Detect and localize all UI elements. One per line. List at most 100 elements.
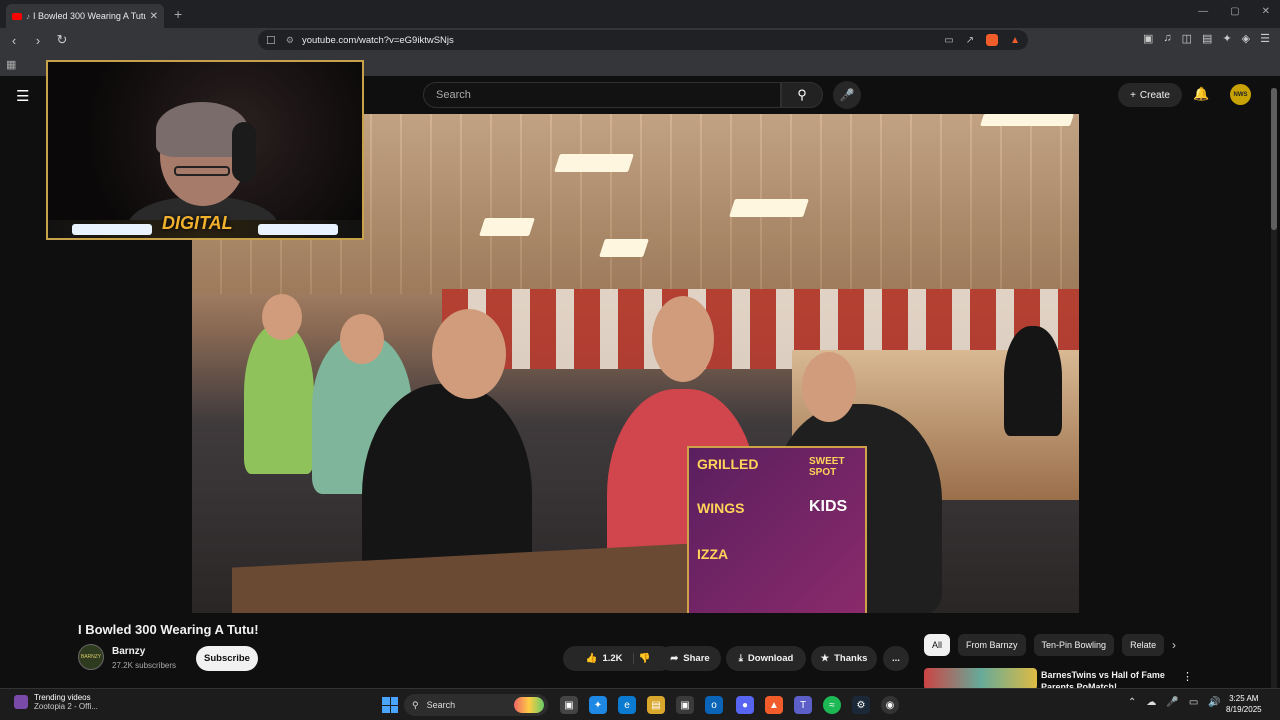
more-actions-button[interactable]: ... [883, 646, 909, 671]
audio-playing-icon[interactable]: ♪ [26, 12, 30, 21]
dislike-button[interactable]: 👎 [639, 653, 651, 664]
file-explorer-icon[interactable]: ▤ [647, 696, 665, 714]
taskbar-clock[interactable]: 3:25 AM 8/19/2025 [1226, 693, 1262, 715]
chip-ten-pin-bowling[interactable]: Ten-Pin Bowling [1033, 634, 1115, 656]
obs-icon[interactable]: ◉ [881, 696, 899, 714]
download-icon: ⤓ [738, 653, 743, 664]
close-window-icon[interactable]: ✕ [1262, 6, 1270, 17]
search-button[interactable]: ⚲ [781, 82, 823, 108]
copilot-icon[interactable]: ✦ [589, 696, 607, 714]
tray-mic-icon[interactable]: 🎤 [1166, 697, 1178, 708]
url-text[interactable]: youtube.com/watch?v=eG9iktwSNjs [302, 35, 454, 46]
windows-start-icon[interactable] [382, 697, 398, 713]
create-label: Create [1139, 89, 1170, 101]
scene-person-head [652, 296, 714, 382]
teams-icon[interactable]: T [794, 696, 812, 714]
scene-person-head [262, 294, 302, 340]
task-view-icon[interactable]: ▣ [560, 696, 578, 714]
scene-person-head [340, 314, 384, 364]
search-input[interactable]: Search [423, 82, 781, 108]
brave-icon[interactable]: ▲ [765, 696, 783, 714]
tray-overflow-icon[interactable]: ⌃ [1128, 697, 1136, 708]
subscriber-count: 27.2K subscribers [112, 661, 177, 670]
thanks-label: Thanks [834, 653, 868, 664]
apps-grid-icon[interactable]: ▦ [6, 58, 16, 71]
scene-person [1004, 326, 1062, 436]
volume-icon[interactable]: 🔊 [1208, 697, 1220, 708]
maximize-icon[interactable]: ▢ [1230, 6, 1239, 17]
leo-icon[interactable]: ▣ [1143, 32, 1153, 45]
thanks-button[interactable]: ★ Thanks [811, 646, 877, 671]
channel-avatar[interactable]: BARNZY [78, 644, 104, 670]
ai-icon[interactable]: ✦ [1222, 32, 1231, 45]
chip-from-barnzy[interactable]: From Barnzy [958, 634, 1026, 656]
menu-card-line: IZZA [697, 546, 729, 562]
browser-menu-icon[interactable]: ☰ [1260, 32, 1270, 45]
clock-time: 3:25 AM [1229, 694, 1259, 703]
related-video-thumbnail[interactable] [924, 668, 1037, 690]
menu-card-line: KIDS [809, 498, 848, 515]
scene-light [599, 239, 649, 257]
spotify-icon[interactable]: ≈ [823, 696, 841, 714]
share-page-icon[interactable]: ↗ [966, 35, 974, 46]
channel-name[interactable]: Barnzy [112, 646, 145, 657]
chevron-right-icon[interactable]: › [1172, 638, 1176, 652]
new-tab-button[interactable]: + [174, 6, 182, 22]
onedrive-icon[interactable]: ☁ [1146, 697, 1156, 708]
clock-date: 8/19/2025 [1226, 705, 1262, 714]
brave-shield-icon[interactable] [986, 34, 999, 46]
webcam-label-pill [72, 224, 152, 235]
tab-title: I Bowled 300 Wearing A Tutu! [33, 11, 146, 21]
account-avatar[interactable]: NWS [1230, 84, 1251, 105]
steam-icon[interactable]: ⚙ [852, 696, 870, 714]
brave-rewards-icon[interactable]: ▲ [1010, 35, 1020, 46]
download-label: Download [747, 653, 794, 664]
share-button[interactable]: ➦ Share [659, 646, 721, 671]
create-button[interactable]: + Create [1118, 83, 1182, 107]
system-tray: ⌃ ☁ 🎤 ▭ 🔊 [1128, 697, 1221, 708]
store-icon[interactable]: ▣ [676, 696, 694, 714]
edge-icon[interactable]: e [618, 696, 636, 714]
notifications-bell-icon[interactable]: 🔔 [1193, 86, 1209, 102]
microphone-icon: 🎤 [839, 88, 855, 102]
taskbar-search[interactable]: ⚲ Search [404, 694, 548, 716]
sidebar-icon[interactable]: ◫ [1182, 32, 1192, 45]
reload-icon[interactable]: ↻ [52, 32, 72, 48]
news-widget[interactable]: Trending videos Zootopia 2 - Offi... [14, 693, 98, 711]
share-icon: ➦ [670, 653, 679, 664]
toolbar-right-icons: ▣ ♫ ◫ ▤ ✦ ◈ ☰ [1143, 32, 1270, 45]
outlook-icon[interactable]: o [705, 696, 723, 714]
forward-icon[interactable]: › [28, 33, 48, 48]
discord-icon[interactable]: ● [736, 696, 754, 714]
like-button[interactable]: 👍 1.2K [586, 653, 634, 664]
widgets-icon [14, 695, 28, 709]
webcam-overlay: DIGITAL [46, 60, 364, 240]
subscribe-button[interactable]: Subscribe [196, 646, 258, 671]
bookmark-icon[interactable]: ☐ [266, 34, 276, 47]
related-more-icon[interactable]: ⋮ [1182, 670, 1193, 683]
hamburger-menu-icon[interactable]: ☰ [16, 87, 29, 105]
voice-search-button[interactable]: 🎤 [833, 81, 861, 109]
browser-tab[interactable]: ♪ I Bowled 300 Wearing A Tutu! ✕ [6, 4, 164, 28]
back-icon[interactable]: ‹ [4, 33, 24, 48]
close-tab-icon[interactable]: ✕ [150, 11, 158, 22]
menu-card-line: SWEET SPOT [809, 456, 845, 478]
download-button[interactable]: ⤓ Download [726, 646, 806, 671]
headphones-icon [232, 122, 256, 182]
like-dislike-group: 👍 1.2K 👎 [563, 646, 673, 671]
thumbs-up-icon: 👍 [585, 653, 598, 664]
wallet-icon[interactable]: ▤ [1202, 32, 1212, 45]
plus-icon: + [1130, 89, 1136, 101]
chip-all[interactable]: All [924, 634, 951, 656]
music-icon[interactable]: ♫ [1163, 32, 1171, 45]
display-icon[interactable]: ▭ [1189, 697, 1198, 708]
page-scrollbar-thumb[interactable] [1271, 88, 1277, 230]
vpn-icon[interactable]: ◈ [1242, 32, 1250, 45]
minimize-icon[interactable]: — [1198, 6, 1208, 17]
window-controls: — ▢ ✕ [1198, 6, 1270, 17]
address-bar[interactable]: ☐ ⚙ youtube.com/watch?v=eG9iktwSNjs ▭ ↗ … [258, 30, 1028, 50]
site-info-icon[interactable]: ⚙ [286, 35, 294, 46]
chip-related[interactable]: Relate [1122, 634, 1165, 656]
cast-icon[interactable]: ▭ [944, 35, 953, 46]
like-count: 1.2K [602, 653, 623, 664]
